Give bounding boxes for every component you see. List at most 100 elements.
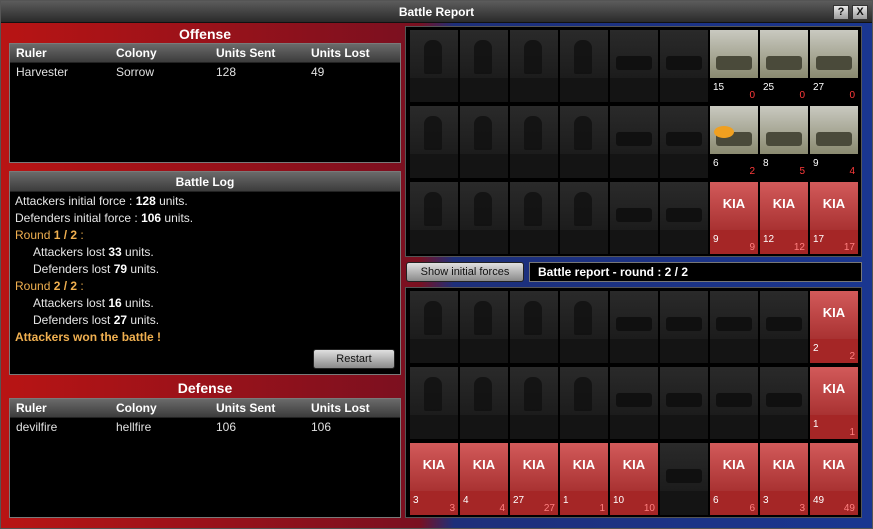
log-line: Defenders lost 27 units. — [33, 313, 160, 327]
unit-slot-kia[interactable]: KIA 3 3 — [410, 443, 458, 515]
unit-slot[interactable]: 25 0 — [760, 30, 808, 102]
unit-count: 6 — [713, 158, 719, 169]
unit-slot-kia[interactable]: KIA 1 1 — [810, 367, 858, 439]
unit-slot-empty[interactable] — [410, 291, 458, 363]
help-button[interactable]: ? — [833, 5, 849, 20]
unit-silhouette — [474, 116, 492, 150]
unit-slot-empty[interactable] — [460, 30, 508, 102]
unit-image — [810, 106, 858, 154]
show-initial-forces-button[interactable]: Show initial forces — [406, 262, 524, 282]
unit-info — [410, 230, 458, 254]
unit-slot-empty[interactable] — [510, 291, 558, 363]
unit-slot-empty[interactable] — [710, 291, 758, 363]
table-row[interactable]: Harvester Sorrow 128 49 — [10, 63, 400, 81]
unit-count: 4 — [463, 495, 469, 506]
unit-info: 11 — [560, 491, 608, 515]
unit-slot-empty[interactable] — [660, 367, 708, 439]
table-row[interactable]: devilfire hellfire 106 106 — [10, 418, 400, 436]
unit-slot-kia[interactable]: KIA 12 12 — [760, 182, 808, 254]
unit-slot-empty[interactable] — [460, 182, 508, 254]
unit-slot-empty[interactable] — [560, 106, 608, 178]
unit-slot-kia[interactable]: KIA 4 4 — [460, 443, 508, 515]
unit-slot-empty[interactable] — [660, 106, 708, 178]
unit-slot[interactable]: 94 — [810, 106, 858, 178]
unit-slot[interactable]: 62 — [710, 106, 758, 178]
unit-slot-empty[interactable] — [410, 106, 458, 178]
unit-slot[interactable]: 15 0 — [710, 30, 758, 102]
unit-info — [410, 339, 458, 363]
unit-image — [410, 182, 458, 230]
unit-slot-empty[interactable] — [660, 291, 708, 363]
unit-slot-empty[interactable] — [560, 182, 608, 254]
unit-slot-empty[interactable] — [710, 367, 758, 439]
unit-slot-empty[interactable] — [560, 367, 608, 439]
unit-slot-kia[interactable]: KIA 6 6 — [710, 443, 758, 515]
col-units-sent: Units Sent — [216, 46, 276, 60]
unit-slot-empty[interactable] — [510, 182, 558, 254]
unit-count: 17 — [813, 234, 825, 245]
unit-slot-empty[interactable] — [610, 106, 658, 178]
unit-lost: 2 — [849, 351, 855, 362]
unit-image — [560, 106, 608, 154]
unit-slot-empty[interactable] — [410, 182, 458, 254]
ruler-cell: Harvester — [16, 65, 69, 79]
unit-lost: 6 — [749, 503, 755, 514]
unit-slot-empty[interactable] — [510, 106, 558, 178]
title-bar[interactable]: Battle Report ? X — [1, 1, 872, 23]
unit-slot-empty[interactable] — [510, 367, 558, 439]
battle-report-window: Battle Report ? X Offense Ruler Colony U… — [0, 0, 873, 529]
unit-slot-empty[interactable] — [560, 30, 608, 102]
unit-lost: 12 — [793, 242, 805, 253]
unit-slot-kia[interactable]: KIA 1 1 — [560, 443, 608, 515]
unit-slot-kia[interactable]: KIA 2 2 — [810, 291, 858, 363]
unit-slot-kia[interactable]: KIA 27 27 — [510, 443, 558, 515]
unit-slot-empty[interactable] — [460, 291, 508, 363]
unit-image — [560, 182, 608, 230]
unit-count: 15 — [713, 82, 725, 93]
unit-image: KIA — [510, 443, 558, 491]
units-sent-cell: 128 — [216, 65, 237, 79]
unit-info — [410, 154, 458, 178]
unit-image: KIA — [610, 443, 658, 491]
unit-slot-empty[interactable] — [610, 291, 658, 363]
unit-slot-empty[interactable] — [610, 30, 658, 102]
unit-slot-empty[interactable] — [410, 367, 458, 439]
unit-slot-empty[interactable] — [760, 367, 808, 439]
unit-slot-kia[interactable]: KIA 10 10 — [610, 443, 658, 515]
unit-slot-empty[interactable] — [610, 367, 658, 439]
unit-info — [610, 230, 658, 254]
unit-slot-empty[interactable] — [660, 443, 708, 515]
unit-silhouette — [716, 317, 752, 331]
unit-silhouette — [424, 192, 442, 226]
unit-slot[interactable]: 27 0 — [810, 30, 858, 102]
unit-slot-empty[interactable] — [660, 30, 708, 102]
close-button[interactable]: X — [852, 5, 868, 20]
unit-slot-kia[interactable]: KIA 9 9 — [710, 182, 758, 254]
unit-info: 10 10 — [610, 491, 658, 515]
unit-slot-empty[interactable] — [460, 367, 508, 439]
unit-count: 9 — [813, 158, 819, 169]
unit-info — [560, 339, 608, 363]
unit-silhouette — [666, 208, 702, 222]
unit-image: KIA — [810, 182, 858, 230]
kia-label: KIA — [822, 196, 846, 211]
unit-image — [560, 367, 608, 415]
unit-slot[interactable]: 85 — [760, 106, 808, 178]
unit-image — [560, 30, 608, 78]
unit-slot-empty[interactable] — [510, 30, 558, 102]
unit-slot-empty[interactable] — [660, 182, 708, 254]
unit-slot-empty[interactable] — [460, 106, 508, 178]
unit-slot-empty[interactable] — [610, 182, 658, 254]
unit-slot-kia[interactable]: KIA 3 3 — [760, 443, 808, 515]
unit-slot-kia[interactable]: KIA 49 49 — [810, 443, 858, 515]
unit-slot-kia[interactable]: KIA 17 17 — [810, 182, 858, 254]
offense-table-header: Ruler Colony Units Sent Units Lost — [10, 44, 400, 63]
unit-slot-empty[interactable] — [410, 30, 458, 102]
restart-button[interactable]: Restart — [313, 349, 395, 369]
unit-silhouette — [616, 208, 652, 222]
unit-image — [460, 367, 508, 415]
unit-slot-empty[interactable] — [760, 291, 808, 363]
unit-slot-empty[interactable] — [560, 291, 608, 363]
unit-count: 27 — [813, 82, 825, 93]
unit-image — [710, 291, 758, 339]
